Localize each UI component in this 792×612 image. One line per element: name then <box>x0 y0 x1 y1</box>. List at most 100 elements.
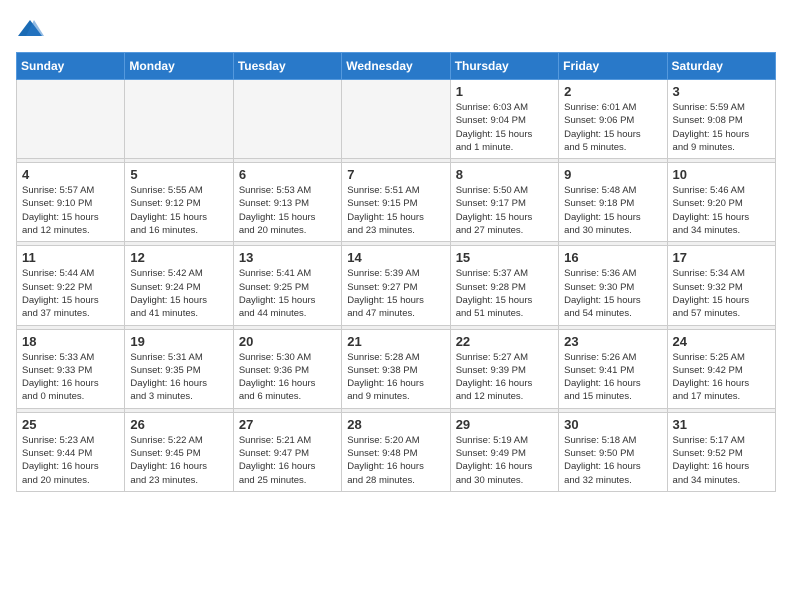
day-number: 17 <box>673 250 770 265</box>
day-info: Sunrise: 5:39 AMSunset: 9:27 PMDaylight:… <box>347 267 444 320</box>
day-number: 30 <box>564 417 661 432</box>
day-info: Sunrise: 5:42 AMSunset: 9:24 PMDaylight:… <box>130 267 227 320</box>
calendar-cell: 20 Sunrise: 5:30 AMSunset: 9:36 PMDayligh… <box>233 329 341 408</box>
day-info: Sunrise: 5:46 AMSunset: 9:20 PMDaylight:… <box>673 184 770 237</box>
calendar-cell: 31 Sunrise: 5:17 AMSunset: 9:52 PMDayligh… <box>667 412 775 491</box>
day-number: 23 <box>564 334 661 349</box>
calendar-week-row: 11 Sunrise: 5:44 AMSunset: 9:22 PMDayligh… <box>17 246 776 325</box>
day-number: 20 <box>239 334 336 349</box>
day-number: 4 <box>22 167 119 182</box>
day-number: 31 <box>673 417 770 432</box>
day-info: Sunrise: 5:57 AMSunset: 9:10 PMDaylight:… <box>22 184 119 237</box>
day-info: Sunrise: 5:19 AMSunset: 9:49 PMDaylight:… <box>456 434 553 487</box>
day-info: Sunrise: 5:41 AMSunset: 9:25 PMDaylight:… <box>239 267 336 320</box>
day-number: 29 <box>456 417 553 432</box>
day-info: Sunrise: 5:17 AMSunset: 9:52 PMDaylight:… <box>673 434 770 487</box>
calendar-cell <box>233 80 341 159</box>
calendar-cell: 7Sunrise: 5:51 AMSunset: 9:15 PMDaylight… <box>342 163 450 242</box>
day-info: Sunrise: 6:03 AMSunset: 9:04 PMDaylight:… <box>456 101 553 154</box>
day-number: 2 <box>564 84 661 99</box>
day-number: 25 <box>22 417 119 432</box>
day-number: 6 <box>239 167 336 182</box>
calendar-week-row: 18 Sunrise: 5:33 AMSunset: 9:33 PMDayligh… <box>17 329 776 408</box>
day-number: 21 <box>347 334 444 349</box>
day-number: 26 <box>130 417 227 432</box>
day-number: 11 <box>22 250 119 265</box>
day-info: Sunrise: 5:22 AMSunset: 9:45 PMDaylight:… <box>130 434 227 487</box>
day-number: 14 <box>347 250 444 265</box>
day-info: Sunrise: 5:44 AMSunset: 9:22 PMDaylight:… <box>22 267 119 320</box>
day-info: Sunrise: 5:21 AMSunset: 9:47 PMDaylight:… <box>239 434 336 487</box>
calendar-cell: 2 Sunrise: 6:01 AMSunset: 9:06 PMDaylight… <box>559 80 667 159</box>
calendar-week-row: 25 Sunrise: 5:23 AMSunset: 9:44 PMDayligh… <box>17 412 776 491</box>
day-info: Sunrise: 5:26 AMSunset: 9:41 PMDaylight:… <box>564 351 661 404</box>
day-info: Sunrise: 5:36 AMSunset: 9:30 PMDaylight:… <box>564 267 661 320</box>
calendar-week-row: 1 Sunrise: 6:03 AMSunset: 9:04 PMDaylight… <box>17 80 776 159</box>
calendar-cell: 14 Sunrise: 5:39 AMSunset: 9:27 PMDayligh… <box>342 246 450 325</box>
day-number: 22 <box>456 334 553 349</box>
day-info: Sunrise: 5:59 AMSunset: 9:08 PMDaylight:… <box>673 101 770 154</box>
day-number: 5 <box>130 167 227 182</box>
calendar-cell: 9 Sunrise: 5:48 AMSunset: 9:18 PMDaylight… <box>559 163 667 242</box>
calendar-cell: 30 Sunrise: 5:18 AMSunset: 9:50 PMDayligh… <box>559 412 667 491</box>
day-info: Sunrise: 5:28 AMSunset: 9:38 PMDaylight:… <box>347 351 444 404</box>
day-number: 1 <box>456 84 553 99</box>
calendar-cell: 11 Sunrise: 5:44 AMSunset: 9:22 PMDayligh… <box>17 246 125 325</box>
day-info: Sunrise: 5:31 AMSunset: 9:35 PMDaylight:… <box>130 351 227 404</box>
day-info: Sunrise: 5:30 AMSunset: 9:36 PMDaylight:… <box>239 351 336 404</box>
calendar-cell: 22 Sunrise: 5:27 AMSunset: 9:39 PMDayligh… <box>450 329 558 408</box>
calendar-cell: 5 Sunrise: 5:55 AMSunset: 9:12 PMDaylight… <box>125 163 233 242</box>
day-info: Sunrise: 5:48 AMSunset: 9:18 PMDaylight:… <box>564 184 661 237</box>
weekday-header-tuesday: Tuesday <box>233 53 341 80</box>
day-number: 10 <box>673 167 770 182</box>
weekday-header-monday: Monday <box>125 53 233 80</box>
day-info: Sunrise: 5:51 AMSunset: 9:15 PMDaylight:… <box>347 184 444 237</box>
day-number: 13 <box>239 250 336 265</box>
day-number: 27 <box>239 417 336 432</box>
calendar-cell: 10 Sunrise: 5:46 AMSunset: 9:20 PMDayligh… <box>667 163 775 242</box>
day-info: Sunrise: 5:18 AMSunset: 9:50 PMDaylight:… <box>564 434 661 487</box>
day-info: Sunrise: 5:50 AMSunset: 9:17 PMDaylight:… <box>456 184 553 237</box>
day-info: Sunrise: 5:33 AMSunset: 9:33 PMDaylight:… <box>22 351 119 404</box>
weekday-header-thursday: Thursday <box>450 53 558 80</box>
day-number: 19 <box>130 334 227 349</box>
calendar-cell: 6Sunrise: 5:53 AMSunset: 9:13 PMDaylight… <box>233 163 341 242</box>
day-info: Sunrise: 5:55 AMSunset: 9:12 PMDaylight:… <box>130 184 227 237</box>
header-row: SundayMondayTuesdayWednesdayThursdayFrid… <box>17 53 776 80</box>
day-info: Sunrise: 5:23 AMSunset: 9:44 PMDaylight:… <box>22 434 119 487</box>
calendar-cell <box>125 80 233 159</box>
day-info: Sunrise: 6:01 AMSunset: 9:06 PMDaylight:… <box>564 101 661 154</box>
calendar-cell: 19 Sunrise: 5:31 AMSunset: 9:35 PMDayligh… <box>125 329 233 408</box>
calendar-cell: 8 Sunrise: 5:50 AMSunset: 9:17 PMDaylight… <box>450 163 558 242</box>
day-number: 28 <box>347 417 444 432</box>
day-number: 24 <box>673 334 770 349</box>
logo-icon <box>16 16 44 44</box>
calendar-cell: 27 Sunrise: 5:21 AMSunset: 9:47 PMDayligh… <box>233 412 341 491</box>
calendar-cell: 4 Sunrise: 5:57 AMSunset: 9:10 PMDaylight… <box>17 163 125 242</box>
calendar-cell: 28Sunrise: 5:20 AMSunset: 9:48 PMDayligh… <box>342 412 450 491</box>
weekday-header-saturday: Saturday <box>667 53 775 80</box>
page-header <box>16 16 776 44</box>
weekday-header-wednesday: Wednesday <box>342 53 450 80</box>
day-number: 16 <box>564 250 661 265</box>
day-info: Sunrise: 5:27 AMSunset: 9:39 PMDaylight:… <box>456 351 553 404</box>
calendar-week-row: 4 Sunrise: 5:57 AMSunset: 9:10 PMDaylight… <box>17 163 776 242</box>
calendar-cell: 3 Sunrise: 5:59 AMSunset: 9:08 PMDaylight… <box>667 80 775 159</box>
calendar-cell: 29 Sunrise: 5:19 AMSunset: 9:49 PMDayligh… <box>450 412 558 491</box>
day-number: 8 <box>456 167 553 182</box>
logo <box>16 16 46 44</box>
day-number: 3 <box>673 84 770 99</box>
calendar-cell: 17Sunrise: 5:34 AMSunset: 9:32 PMDayligh… <box>667 246 775 325</box>
day-number: 18 <box>22 334 119 349</box>
calendar-cell: 15Sunrise: 5:37 AMSunset: 9:28 PMDayligh… <box>450 246 558 325</box>
calendar-table: SundayMondayTuesdayWednesdayThursdayFrid… <box>16 52 776 492</box>
calendar-cell: 12Sunrise: 5:42 AMSunset: 9:24 PMDayligh… <box>125 246 233 325</box>
calendar-cell: 16 Sunrise: 5:36 AMSunset: 9:30 PMDayligh… <box>559 246 667 325</box>
calendar-cell <box>342 80 450 159</box>
day-number: 9 <box>564 167 661 182</box>
day-number: 15 <box>456 250 553 265</box>
calendar-cell: 25 Sunrise: 5:23 AMSunset: 9:44 PMDayligh… <box>17 412 125 491</box>
calendar-cell: 23 Sunrise: 5:26 AMSunset: 9:41 PMDayligh… <box>559 329 667 408</box>
calendar-cell: 24Sunrise: 5:25 AMSunset: 9:42 PMDayligh… <box>667 329 775 408</box>
calendar-cell: 21 Sunrise: 5:28 AMSunset: 9:38 PMDayligh… <box>342 329 450 408</box>
